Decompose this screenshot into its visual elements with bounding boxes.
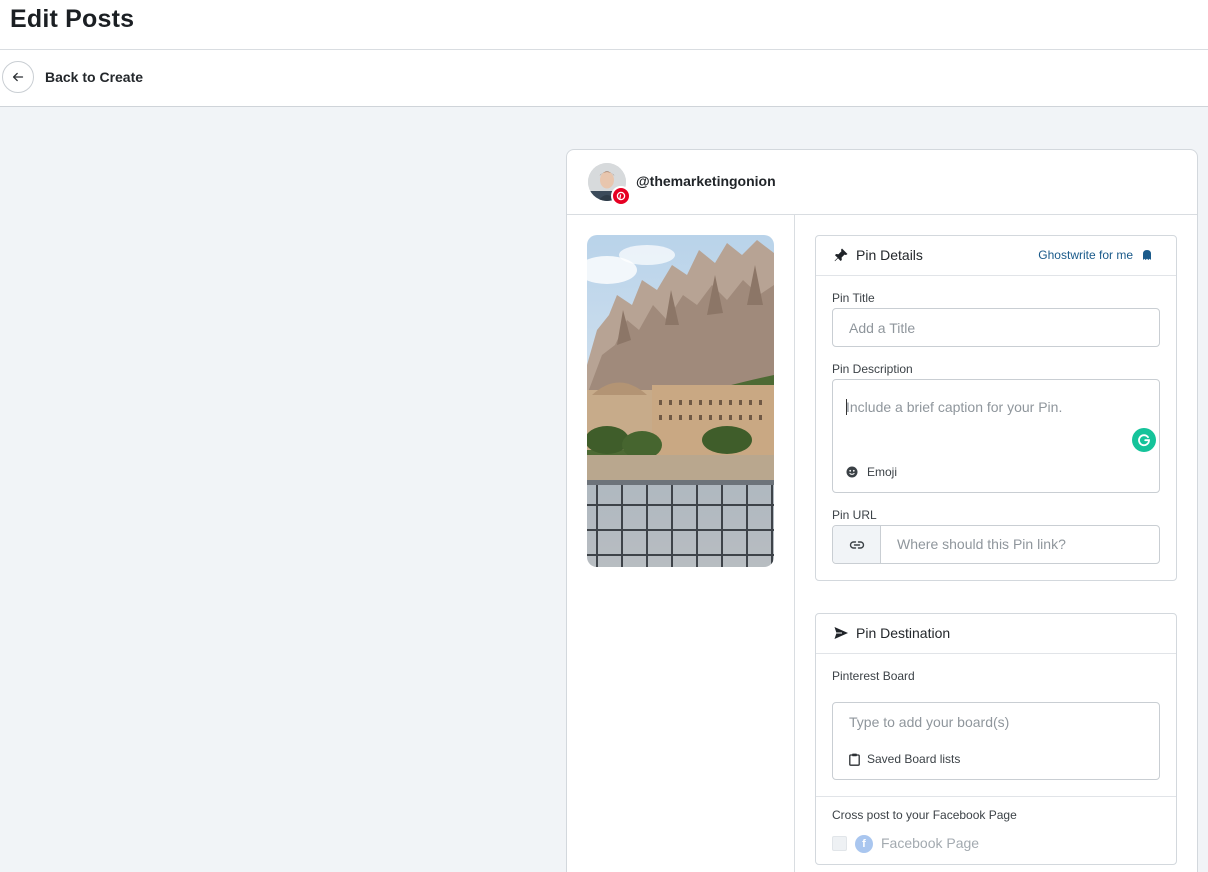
pin-details-title: Pin Details: [856, 247, 923, 263]
emoji-label: Emoji: [867, 465, 898, 479]
pin-url-placeholder: Where should this Pin link?: [897, 536, 1066, 552]
page-title: Edit Posts: [10, 5, 135, 33]
divider: [816, 796, 1176, 797]
board-input[interactable]: Type to add your board(s) Saved Board li…: [832, 702, 1160, 780]
pin-preview-image: [587, 235, 774, 567]
pushpin-icon: [834, 248, 848, 262]
back-bar: Back to Create: [0, 50, 1208, 107]
emoji-button[interactable]: Emoji: [846, 464, 897, 480]
pin-description-label: Pin Description: [832, 362, 913, 376]
preview-column: [567, 215, 795, 872]
page-header: Edit Posts: [0, 0, 1208, 50]
pin-destination-panel: Pin Destination Pinterest Board Type to …: [815, 613, 1177, 865]
pin-title-placeholder: Add a Title: [849, 320, 916, 336]
smiley-icon: [846, 466, 858, 478]
pin-destination-title: Pin Destination: [856, 625, 951, 641]
back-button[interactable]: [2, 61, 34, 93]
facebook-page-label[interactable]: Facebook Page: [881, 835, 979, 851]
ghost-icon[interactable]: [1140, 248, 1154, 262]
url-prefix: [833, 526, 881, 563]
pinterest-icon: [611, 186, 631, 206]
account-handle: @themarketingonion: [636, 173, 776, 189]
pin-description-input[interactable]: Include a brief caption for your Pin. Em…: [832, 379, 1160, 493]
saved-board-lists-button[interactable]: Saved Board lists: [849, 751, 960, 767]
pin-details-header: Pin Details Ghostwrite for me: [816, 236, 1176, 276]
clipboard-icon: [849, 753, 860, 766]
post-card: @themarketingonion Pin Details Ghostwrit…: [566, 149, 1198, 872]
account-header: @themarketingonion: [567, 150, 1197, 215]
pin-destination-header: Pin Destination: [816, 614, 1176, 654]
back-to-create-link[interactable]: Back to Create: [45, 69, 143, 85]
pin-description-placeholder: Include a brief caption for your Pin.: [846, 399, 1063, 415]
board-input-placeholder: Type to add your board(s): [849, 714, 1010, 730]
facebook-page-checkbox[interactable]: [832, 836, 847, 851]
pin-url-label: Pin URL: [832, 508, 877, 522]
link-icon: [849, 540, 864, 549]
saved-board-lists-label: Saved Board lists: [867, 752, 961, 766]
paper-plane-icon: [834, 627, 848, 639]
cross-post-label: Cross post to your Facebook Page: [832, 808, 1017, 822]
pin-details-panel: Pin Details Ghostwrite for me Pin Title …: [815, 235, 1177, 581]
facebook-icon: f: [855, 835, 873, 853]
pin-title-label: Pin Title: [832, 291, 875, 305]
pin-title-input[interactable]: Add a Title: [832, 308, 1160, 347]
arrow-left-icon: [12, 72, 24, 82]
grammarly-icon[interactable]: [1132, 428, 1156, 452]
ghostwrite-link[interactable]: Ghostwrite for me: [1038, 248, 1133, 262]
pinterest-board-label: Pinterest Board: [832, 669, 915, 683]
pin-url-input[interactable]: Where should this Pin link?: [832, 525, 1160, 564]
